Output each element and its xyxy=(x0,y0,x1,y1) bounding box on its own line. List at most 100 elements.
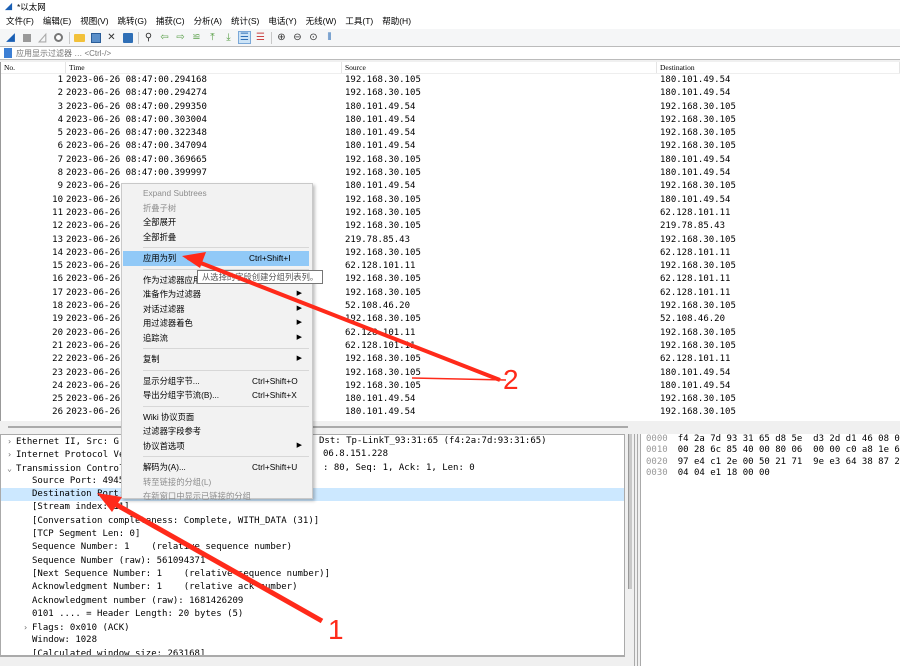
bookmark-icon[interactable] xyxy=(4,48,12,58)
detail-tree-row[interactable]: [TCP Segment Len: 0] xyxy=(1,528,624,541)
packet-row[interactable]: 8 2023-06-26 08:47:00.399997 192.168.30.10… xyxy=(1,167,900,180)
chevron-right-icon[interactable]: › xyxy=(3,435,16,448)
find-packet-icon[interactable]: ⚲ xyxy=(142,31,155,44)
packet-destination: 180.101.49.54 xyxy=(660,380,731,391)
packet-no: 23 xyxy=(52,367,63,378)
context-menu-item[interactable]: 追踪流 ▶ xyxy=(122,331,312,346)
go-first-icon[interactable]: ⤒ xyxy=(206,31,219,44)
context-menu-item[interactable]: 过滤器字段参考 xyxy=(122,424,312,439)
go-back-icon[interactable]: ⇦ xyxy=(158,31,171,44)
context-menu: Expand Subtrees 折叠子树 全部展开 全部折叠 应用为列 Ctrl+Shif… xyxy=(121,183,313,501)
menu-item[interactable]: 工具(T) xyxy=(342,15,379,27)
packet-row[interactable]: 3 2023-06-26 08:47:00.299350 180.101.49.54… xyxy=(1,101,900,114)
context-menu-item[interactable]: 显示分组字节... Ctrl+Shift+O xyxy=(122,374,312,389)
chevron-right-icon[interactable]: › xyxy=(19,621,32,634)
bytes-row[interactable]: 0020 97 e4 c1 2e 00 50 21 71 9e e3 64 38 … xyxy=(641,457,900,468)
column-header-time[interactable]: Time xyxy=(66,62,342,73)
context-menu-item[interactable]: 全部展开 xyxy=(122,215,312,230)
chevron-down-icon[interactable]: ⌄ xyxy=(3,462,16,475)
bytes-offset: 0000 xyxy=(646,434,668,444)
details-scrollbar[interactable] xyxy=(628,434,632,589)
detail-text: Internet Protocol Ve xyxy=(16,450,125,461)
go-forward-icon[interactable]: ⇨ xyxy=(174,31,187,44)
detail-tree-row[interactable]: 0101 .... = Header Length: 20 bytes (5) xyxy=(1,608,624,621)
packet-no: 22 xyxy=(52,354,63,365)
menu-item[interactable]: 文件(F) xyxy=(3,15,40,27)
menu-item[interactable]: 分析(A) xyxy=(191,15,228,27)
detail-tree-row[interactable]: [Conversation completeness: Complete, WI… xyxy=(1,515,624,528)
column-header-source[interactable]: Source xyxy=(342,62,657,73)
menu-item[interactable]: 跳转(G) xyxy=(115,15,153,27)
context-menu-item[interactable]: 协议首选项 ▶ xyxy=(122,439,312,454)
detail-tree-row[interactable]: Acknowledgment Number: 1 (relative ack n… xyxy=(1,581,624,594)
bytes-row[interactable]: 0030 04 04 e1 18 00 00 xyxy=(641,468,900,479)
zoom-out-icon[interactable]: ⊖ xyxy=(291,31,304,44)
display-filter-bar xyxy=(0,46,900,60)
column-header-destination[interactable]: Destination xyxy=(657,62,900,73)
vertical-pane-splitter[interactable] xyxy=(634,434,638,666)
menu-item[interactable]: 电话(Y) xyxy=(265,15,302,27)
zoom-in-icon[interactable]: ⊕ xyxy=(275,31,288,44)
packet-row[interactable]: 7 2023-06-26 08:47:00.369665 192.168.30.10… xyxy=(1,154,900,167)
packet-destination: 192.168.30.105 xyxy=(660,181,736,192)
context-menu-item[interactable]: 导出分组字节流(B)... Ctrl+Shift+X xyxy=(122,388,312,403)
menu-item[interactable]: 帮助(H) xyxy=(379,15,417,27)
menu-item-label: 在新窗口中显示已链接的分组 xyxy=(143,491,251,501)
packet-destination: 192.168.30.105 xyxy=(660,261,736,272)
colorize-icon[interactable]: ☰ xyxy=(254,31,267,44)
menu-item[interactable]: 捕获(C) xyxy=(153,15,191,27)
menu-item[interactable]: 无线(W) xyxy=(303,15,343,27)
context-menu-item[interactable]: 复制 ▶ xyxy=(122,352,312,367)
context-menu-item[interactable]: 准备作为过滤器 ▶ xyxy=(122,287,312,302)
menu-item[interactable]: 编辑(E) xyxy=(40,15,77,27)
go-to-packet-icon[interactable]: ≌ xyxy=(190,31,203,44)
detail-tree-row[interactable]: Sequence Number: 1 (relative sequence nu… xyxy=(1,541,624,554)
detail-tree-row[interactable]: Acknowledgment number (raw): 1681426209 xyxy=(1,595,624,608)
detail-tree-row[interactable]: › Flags: 0x010 (ACK) xyxy=(1,621,624,634)
bytes-row[interactable]: 0010 00 28 6c 85 40 00 80 06 00 00 c0 a8 … xyxy=(641,445,900,456)
zoom-normal-icon[interactable]: ⊙ xyxy=(307,31,320,44)
detail-tree-row[interactable]: Sequence Number (raw): 561094371 xyxy=(1,555,624,568)
packet-row[interactable]: 5 2023-06-26 08:47:00.322348 180.101.49.54… xyxy=(1,127,900,140)
chevron-right-icon[interactable]: › xyxy=(3,448,16,461)
context-menu-item[interactable]: 全部折叠 xyxy=(122,230,312,245)
detail-text-continued: Dst: Tp-LinkT_93:31:65 (f4:2a:7d:93:31:6… xyxy=(319,436,547,446)
bytes-row[interactable]: 0000 f4 2a 7d 93 31 65 d8 5e d3 2d d1 46 … xyxy=(641,434,900,445)
autoscroll-icon[interactable]: ☰ xyxy=(238,31,251,44)
packet-row[interactable]: 6 2023-06-26 08:47:00.347094 180.101.49.54… xyxy=(1,140,900,153)
stop-capture-icon[interactable] xyxy=(20,31,33,44)
bytes-hex: f4 2a 7d 93 31 65 d8 5e d3 2d d1 46 08 0… xyxy=(677,434,900,444)
detail-tree-row[interactable]: [Calculated window size: 263168] xyxy=(1,648,624,655)
open-file-icon[interactable] xyxy=(73,31,86,44)
packet-source: 62.128.101.11 xyxy=(345,261,416,272)
close-file-icon[interactable]: ✕ xyxy=(105,31,118,44)
packet-row[interactable]: 4 2023-06-26 08:47:00.303004 180.101.49.54… xyxy=(1,114,900,127)
menu-item[interactable]: 视图(V) xyxy=(77,15,114,27)
menu-item[interactable]: 统计(S) xyxy=(228,15,265,27)
start-capture-icon[interactable] xyxy=(4,31,17,44)
menu-item-shortcut: Ctrl+Shift+I xyxy=(249,253,291,263)
context-menu-item[interactable]: 应用为列 Ctrl+Shift+I xyxy=(123,251,309,266)
context-menu-item[interactable]: 对话过滤器 ▶ xyxy=(122,302,312,317)
details-horizontal-scrollbar[interactable] xyxy=(0,656,625,666)
submenu-arrow-icon: ▶ xyxy=(296,441,302,449)
restart-capture-icon[interactable] xyxy=(36,31,49,44)
context-menu-item[interactable]: 解码为(A)... Ctrl+Shift+U xyxy=(122,460,312,475)
resize-columns-icon[interactable]: ⫴ xyxy=(323,31,336,44)
context-menu-item[interactable]: 用过滤器着色 ▶ xyxy=(122,316,312,331)
context-menu-item[interactable]: Wiki 协议页面 xyxy=(122,410,312,425)
detail-tree-row[interactable]: Window: 1028 xyxy=(1,634,624,647)
go-last-icon[interactable]: ⤓ xyxy=(222,31,235,44)
detail-text: Sequence Number: 1 (relative sequence nu… xyxy=(32,542,293,553)
packet-destination: 62.128.101.11 xyxy=(660,207,731,218)
packet-row[interactable]: 2 2023-06-26 08:47:00.294274 192.168.30.10… xyxy=(1,87,900,100)
capture-options-icon[interactable] xyxy=(52,31,65,44)
detail-tree-row[interactable]: [Stream index: 11] xyxy=(1,501,624,514)
column-header-no[interactable]: No. xyxy=(1,62,66,73)
display-filter-input[interactable] xyxy=(16,48,876,58)
reload-file-icon[interactable] xyxy=(121,31,134,44)
detail-tree-row[interactable]: [Next Sequence Number: 1 (relative seque… xyxy=(1,568,624,581)
save-file-icon[interactable] xyxy=(89,31,102,44)
detail-text: [Stream index: 11] xyxy=(32,502,130,513)
packet-row[interactable]: 1 2023-06-26 08:47:00.294168 192.168.30.10… xyxy=(1,74,900,87)
